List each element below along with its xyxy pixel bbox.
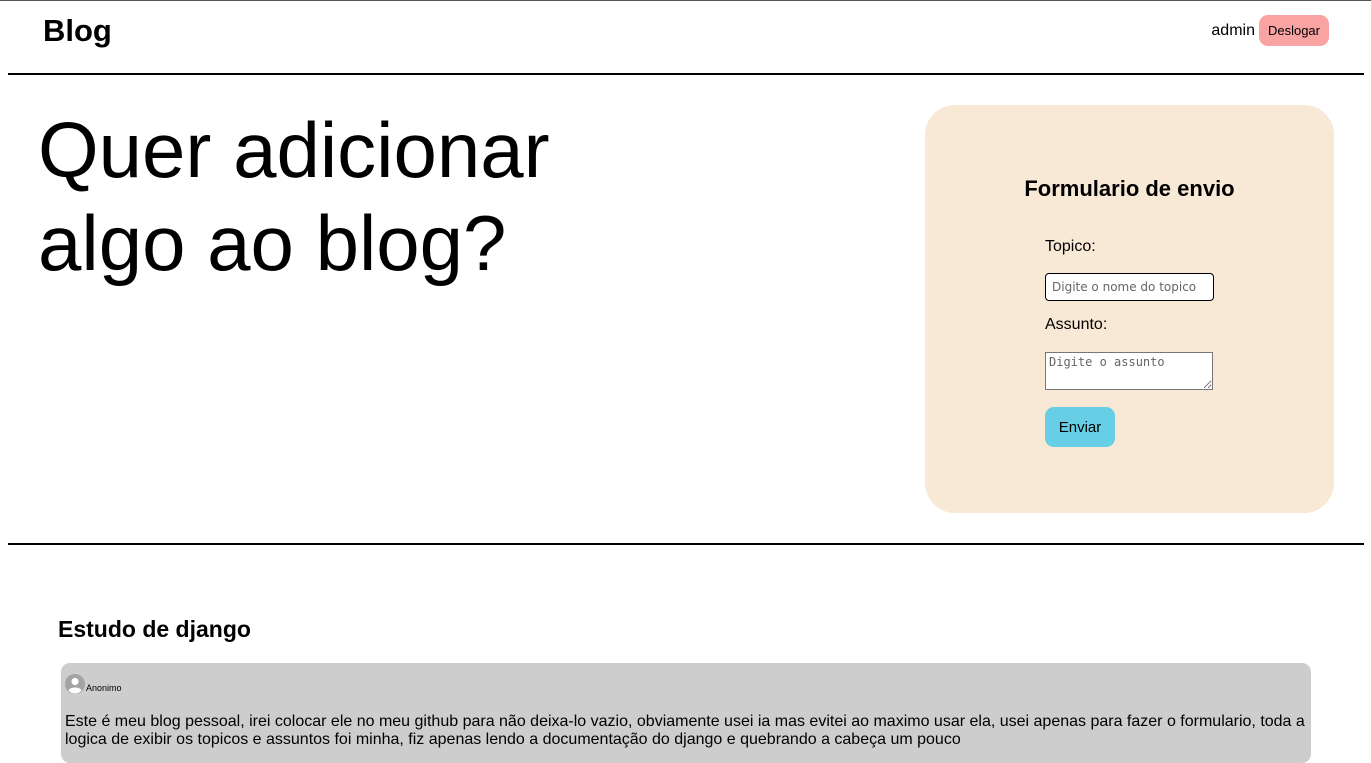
subject-label: Assunto: <box>1045 316 1108 333</box>
site-header: Blog admin Deslogar <box>0 1 1371 73</box>
form-title: Formulario de envio <box>1024 176 1235 201</box>
hero-title-line-1: Quer adicionar <box>38 106 550 194</box>
user-area: admin Deslogar <box>1211 15 1329 46</box>
post-card: Anonimo Este é meu blog pessoal, irei co… <box>61 663 1311 763</box>
topic-input[interactable] <box>1045 273 1214 301</box>
header-divider <box>8 73 1364 75</box>
subject-textarea[interactable] <box>1045 352 1213 390</box>
hero-title: Quer adicionar algo ao blog? <box>38 104 638 290</box>
post-form: Formulario de envio Topico: Assunto: Env… <box>925 105 1334 513</box>
submit-button[interactable]: Enviar <box>1045 407 1115 447</box>
hero-title-line-2: algo ao blog? <box>38 199 507 287</box>
brand-title: Blog <box>43 13 112 48</box>
post-author: Anonimo <box>65 674 122 694</box>
logout-button[interactable]: Deslogar <box>1258 15 1329 46</box>
username-label: admin <box>1211 21 1255 39</box>
topic-title: Estudo de django <box>58 616 251 642</box>
post-text: Este é meu blog pessoal, irei colocar el… <box>65 713 1305 748</box>
author-name: Anonimo <box>86 683 122 693</box>
section-divider <box>8 543 1364 545</box>
user-avatar-icon <box>65 674 85 694</box>
topic-label: Topico: <box>1045 238 1096 255</box>
